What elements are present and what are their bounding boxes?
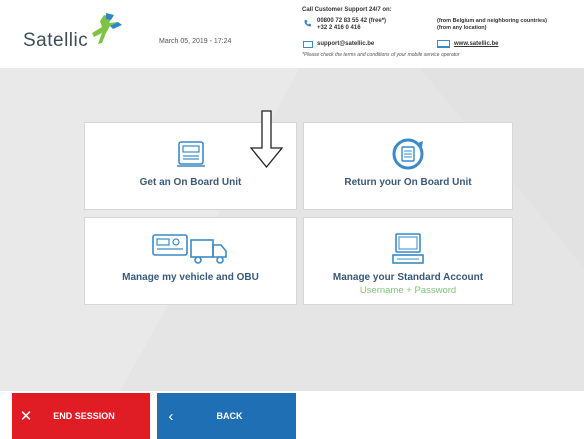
- return-obu-label: Return your On Board Unit: [344, 177, 472, 188]
- end-session-label: END SESSION: [53, 411, 115, 421]
- logo-text: Satellic: [23, 30, 89, 51]
- header: Satellic March 05, 2019 - 17:24 Call Cus…: [0, 0, 584, 68]
- computer-icon: [389, 232, 427, 266]
- phone-line-2: +32 2 416 0 416: [317, 25, 361, 31]
- chevron-left-icon: ‹: [168, 407, 174, 425]
- close-icon: ✕: [19, 408, 33, 425]
- back-label: BACK: [216, 411, 243, 421]
- footnote: *Please check the terms and conditions o…: [302, 52, 460, 58]
- support-email: support@satellic.be: [317, 41, 375, 47]
- manage-vehicle-tile[interactable]: Manage my vehicle and OBU: [84, 217, 297, 305]
- phone-line-1: 00800 72 83 55 42 (free*): [317, 18, 387, 24]
- region-line-2: (from any location): [437, 25, 487, 31]
- return-obu-icon: [390, 137, 426, 171]
- session-date: March 05, 2019 - 17:24: [159, 38, 232, 45]
- satellic-logo-icon: [92, 13, 122, 44]
- return-obu-tile[interactable]: Return your On Board Unit: [303, 122, 513, 210]
- phone-numbers: 00800 72 83 55 42 (free*) +32 2 416 0 41…: [317, 18, 386, 32]
- end-session-button[interactable]: ✕ END SESSION: [12, 393, 150, 439]
- manage-account-tile[interactable]: Manage your Standard Account Username + …: [303, 217, 513, 305]
- down-arrow-icon: [250, 110, 284, 168]
- obu-device-icon: [174, 137, 208, 171]
- website-link[interactable]: www.satellic.be: [454, 41, 498, 47]
- phone-regions: (from Belgium and neighboring countries)…: [437, 18, 547, 32]
- truck-obu-icon: [151, 232, 231, 266]
- mail-icon: [303, 41, 313, 48]
- footer: ✕ END SESSION ‹ BACK: [0, 391, 584, 439]
- monitor-icon: [437, 40, 450, 48]
- phone-icon: [304, 19, 312, 27]
- manage-account-label: Manage your Standard Account: [332, 272, 484, 283]
- back-button[interactable]: ‹ BACK: [157, 393, 296, 439]
- region-line-1: (from Belgium and neighboring countries): [437, 18, 547, 24]
- manage-vehicle-label: Manage my vehicle and OBU: [122, 272, 259, 283]
- get-obu-label: Get an On Board Unit: [139, 177, 242, 188]
- support-title: Call Customer Support 24/7 on:: [302, 7, 392, 13]
- manage-account-sublabel: Username + Password: [359, 285, 457, 296]
